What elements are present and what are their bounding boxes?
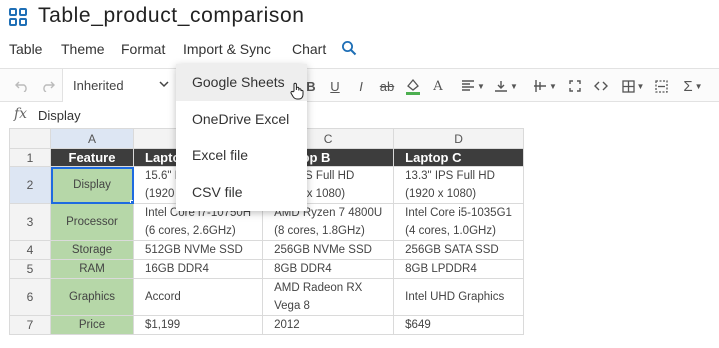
cell-text: (1920 x 1080) bbox=[405, 188, 477, 200]
corner-cell[interactable] bbox=[9, 128, 51, 149]
cell-text: (6 cores, 2.6GHz) bbox=[145, 225, 236, 237]
table-cell[interactable]: 256GB SATA SSD bbox=[393, 240, 524, 260]
header-cell[interactable]: Laptop C bbox=[393, 148, 524, 167]
code-icon[interactable] bbox=[593, 75, 609, 97]
redo-icon[interactable] bbox=[38, 75, 58, 97]
row-header[interactable]: 4 bbox=[9, 240, 51, 260]
grid-icon[interactable] bbox=[9, 8, 27, 26]
search-icon[interactable] bbox=[341, 40, 357, 56]
font-select[interactable]: Inherited bbox=[62, 69, 180, 102]
table-cell[interactable]: Intel Core i5-1035G1 (4 cores, 1.0GHz) bbox=[393, 203, 524, 241]
underline-button[interactable]: U bbox=[328, 75, 342, 97]
undo-icon[interactable] bbox=[12, 75, 32, 97]
menu-format[interactable]: Format bbox=[121, 41, 165, 57]
table-cell[interactable]: Intel UHD Graphics bbox=[393, 278, 524, 316]
table-cell[interactable]: Graphics bbox=[50, 278, 134, 316]
menu-bar: Table Theme Format Import & Sync Chart bbox=[0, 36, 719, 62]
table-cell[interactable]: Price bbox=[50, 315, 134, 335]
row-header[interactable]: 6 bbox=[9, 278, 51, 316]
cell-text: AMD Radeon RX bbox=[274, 282, 363, 294]
cell-text: 13.3" IPS Full HD bbox=[405, 170, 495, 182]
cell-text: Display bbox=[73, 179, 111, 191]
row-header[interactable]: 1 bbox=[9, 148, 51, 167]
header-cell[interactable]: Feature bbox=[50, 148, 134, 167]
formula-value[interactable]: Display bbox=[38, 108, 81, 123]
menu-table[interactable]: Table bbox=[9, 41, 42, 57]
table-cell[interactable]: 2012 bbox=[262, 315, 395, 335]
column-header-d[interactable]: D bbox=[393, 128, 524, 149]
menu-item-excel-file[interactable]: Excel file bbox=[176, 137, 307, 174]
chevron-down-icon bbox=[159, 81, 169, 88]
menu-theme[interactable]: Theme bbox=[61, 41, 105, 57]
sum-icon[interactable]: Σ ▼ bbox=[680, 75, 706, 97]
cell-text: (4 cores, 1.0GHz) bbox=[405, 225, 496, 237]
text-color-button[interactable]: A bbox=[431, 75, 445, 97]
table-cell[interactable]: AMD Radeon RX Vega 8 bbox=[262, 278, 395, 316]
font-select-value: Inherited bbox=[73, 78, 124, 93]
function-icon[interactable]: fx bbox=[14, 106, 27, 122]
cell-text: (8 cores, 1.8GHz) bbox=[274, 225, 365, 237]
align-bottom-icon[interactable]: ▼ bbox=[494, 75, 518, 97]
align-left-icon[interactable]: ▼ bbox=[461, 75, 485, 97]
formula-bar: fx Display bbox=[0, 104, 719, 126]
row-header[interactable]: 3 bbox=[9, 203, 51, 241]
align-middle-icon[interactable]: ▼ bbox=[532, 75, 558, 97]
merge-icon[interactable] bbox=[653, 75, 669, 97]
row-header[interactable]: 2 bbox=[9, 166, 51, 204]
border-icon[interactable]: ▼ bbox=[620, 75, 646, 97]
table-cell[interactable]: $649 bbox=[393, 315, 524, 335]
table-cell[interactable]: Storage bbox=[50, 240, 134, 260]
row-header[interactable]: 5 bbox=[9, 259, 51, 279]
menu-item-onedrive-excel[interactable]: OneDrive Excel bbox=[176, 101, 307, 138]
cell-text: Vega 8 bbox=[274, 300, 310, 312]
menu-item-csv-file[interactable]: CSV file bbox=[176, 174, 307, 211]
table-cell[interactable]: 16GB DDR4 bbox=[132, 259, 264, 279]
table-cell[interactable]: 8GB DDR4 bbox=[262, 259, 395, 279]
menu-chart[interactable]: Chart bbox=[292, 41, 326, 57]
column-header-a[interactable]: A bbox=[50, 128, 134, 149]
title-bar: Table_product_comparison bbox=[0, 0, 719, 34]
table-cell[interactable]: 8GB LPDDR4 bbox=[393, 259, 524, 279]
fill-handle[interactable] bbox=[130, 200, 133, 203]
table-cell[interactable]: 512GB NVMe SSD bbox=[132, 240, 264, 260]
menu-import-sync[interactable]: Import & Sync bbox=[183, 41, 271, 57]
document-title[interactable]: Table_product_comparison bbox=[38, 4, 305, 28]
fill-color-icon[interactable] bbox=[404, 75, 422, 97]
toolbar: Inherited B U I ab A ▼ ▼ ▼ ▼ Σ ▼ bbox=[0, 68, 719, 102]
italic-button[interactable]: I bbox=[354, 75, 368, 97]
strikethrough-button[interactable]: ab bbox=[378, 75, 396, 97]
import-sync-dropdown: Google Sheets OneDrive Excel Excel file … bbox=[176, 64, 307, 211]
table-cell[interactable]: 256GB NVMe SSD bbox=[262, 240, 395, 260]
table-cell[interactable]: Accord bbox=[132, 278, 264, 316]
hand-cursor-icon bbox=[290, 82, 304, 100]
cell-text: Intel Core i5-1035G1 bbox=[405, 207, 512, 219]
row-header[interactable]: 7 bbox=[9, 315, 51, 335]
menu-item-google-sheets[interactable]: Google Sheets bbox=[176, 64, 307, 101]
selected-cell[interactable]: Display bbox=[50, 166, 134, 204]
fullscreen-icon[interactable] bbox=[567, 75, 583, 97]
table-cell[interactable]: Processor bbox=[50, 203, 134, 241]
table-cell[interactable]: $1,199 bbox=[132, 315, 264, 335]
table-cell[interactable]: RAM bbox=[50, 259, 134, 279]
table-cell[interactable]: 13.3" IPS Full HD (1920 x 1080) bbox=[393, 166, 524, 204]
